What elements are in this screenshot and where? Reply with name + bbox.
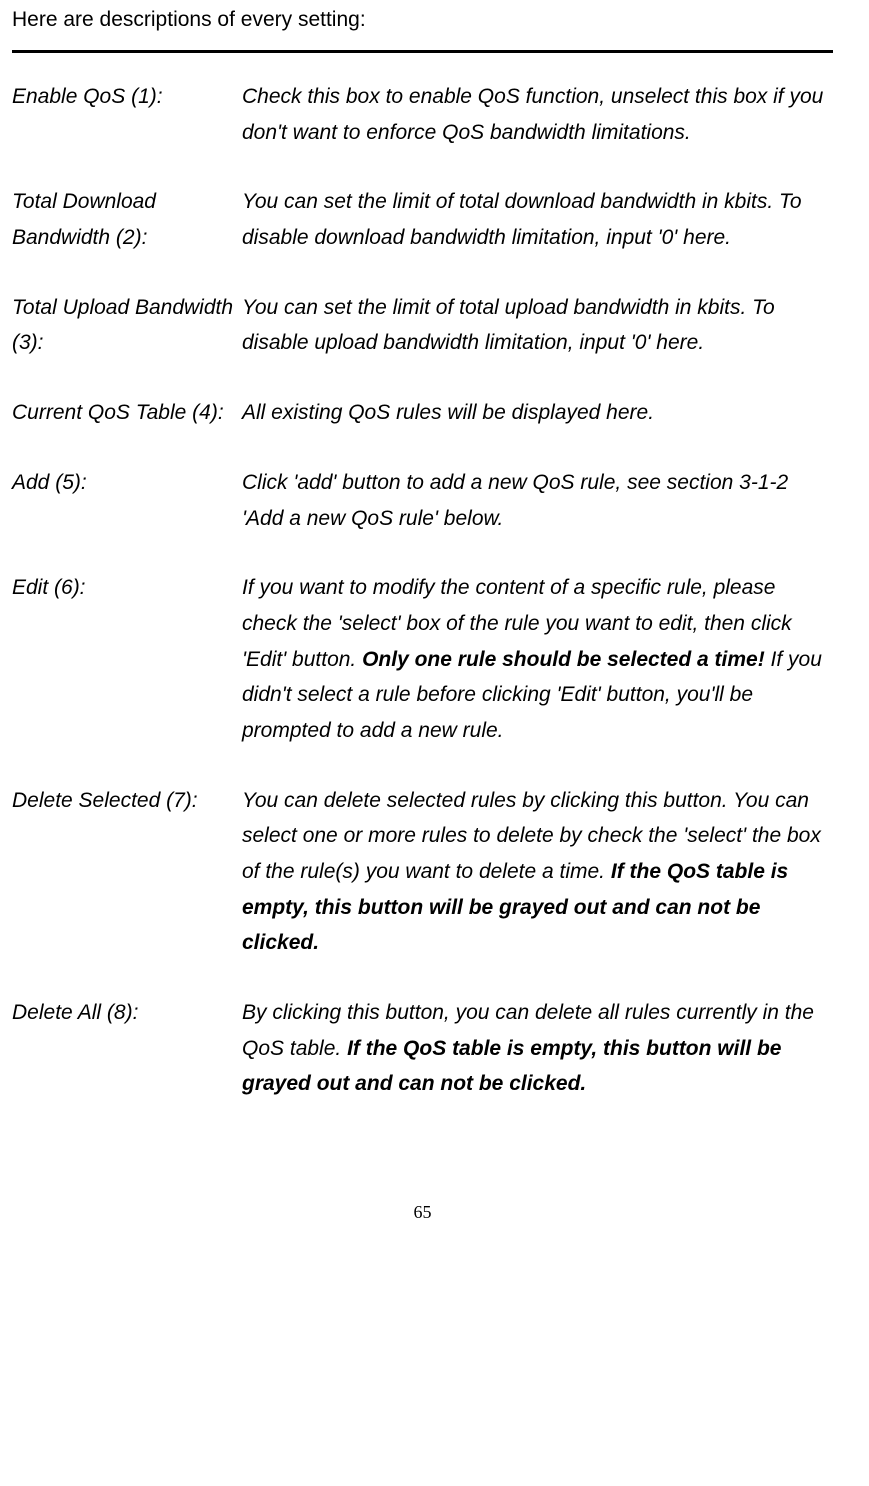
setting-row: Edit (6): If you want to modify the cont… [12,570,833,748]
setting-label: Delete Selected (7): [12,783,242,961]
setting-row: Delete Selected (7): You can delete sele… [12,783,833,961]
divider-line [12,50,833,53]
setting-label: Total Upload Bandwidth (3): [12,290,242,361]
setting-label: Edit (6): [12,570,242,748]
setting-label: Delete All (8): [12,995,242,1102]
page-container: Here are descriptions of every setting: … [0,8,845,1263]
setting-label: Add (5): [12,465,242,536]
setting-row: Delete All (8): By clicking this button,… [12,995,833,1102]
setting-label: Enable QoS (1): [12,79,242,150]
setting-desc: Check this box to enable QoS function, u… [242,79,833,150]
intro-text: Here are descriptions of every setting: [12,8,833,32]
setting-row: Add (5): Click 'add' button to add a new… [12,465,833,536]
setting-desc: By clicking this button, you can delete … [242,995,833,1102]
setting-row: Enable QoS (1): Check this box to enable… [12,79,833,150]
setting-desc: You can set the limit of total upload ba… [242,290,833,361]
setting-desc: You can set the limit of total download … [242,184,833,255]
setting-desc: If you want to modify the content of a s… [242,570,833,748]
setting-label: Total Download Bandwidth (2): [12,184,242,255]
page-number: 65 [12,1202,833,1223]
setting-row: Total Upload Bandwidth (3): You can set … [12,290,833,361]
setting-desc: Click 'add' button to add a new QoS rule… [242,465,833,536]
setting-desc: You can delete selected rules by clickin… [242,783,833,961]
setting-desc: All existing QoS rules will be displayed… [242,395,833,431]
setting-row: Current QoS Table (4): All existing QoS … [12,395,833,431]
setting-row: Total Download Bandwidth (2): You can se… [12,184,833,255]
setting-label: Current QoS Table (4): [12,395,242,431]
